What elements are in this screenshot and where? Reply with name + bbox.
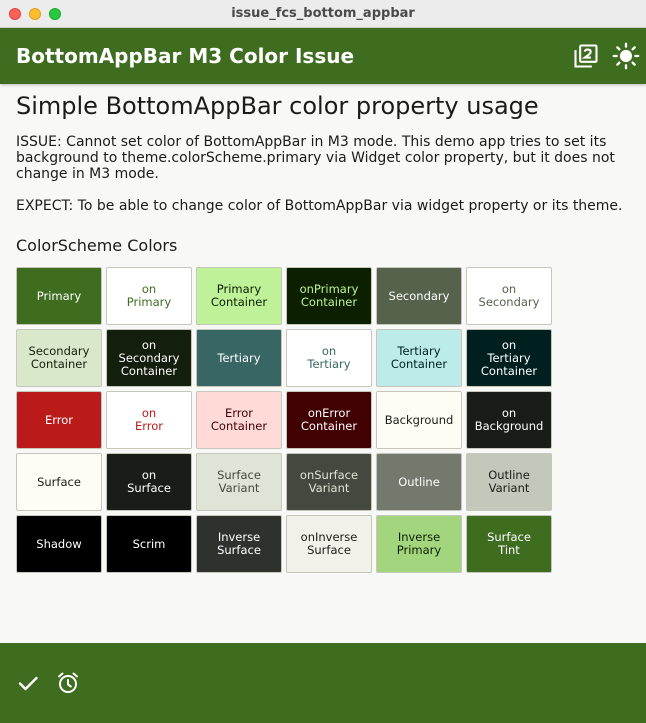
color-chip: on Tertiary Container <box>466 329 552 387</box>
color-chip: Shadow <box>16 515 102 573</box>
color-chip: Outline <box>376 453 462 511</box>
color-chip: onPrimary Container <box>286 267 372 325</box>
alarm-icon[interactable] <box>56 671 80 695</box>
top-app-bar: BottomAppBar M3 Color Issue <box>0 28 646 84</box>
color-chip: Inverse Surface <box>196 515 282 573</box>
color-chip: on Background <box>466 391 552 449</box>
color-chip: Surface <box>16 453 102 511</box>
window-title: issue_fcs_bottom_appbar <box>231 6 415 21</box>
color-chip: on Tertiary <box>286 329 372 387</box>
color-chip: Surface Tint <box>466 515 552 573</box>
check-icon[interactable] <box>16 671 40 695</box>
issue-text: ISSUE: Cannot set color of BottomAppBar … <box>16 134 615 182</box>
color-chip: on Secondary Container <box>106 329 192 387</box>
color-chip: on Error <box>106 391 192 449</box>
color-chip: Primary Container <box>196 267 282 325</box>
color-chip: on Surface <box>106 453 192 511</box>
color-chip: Tertiary <box>196 329 282 387</box>
window-titlebar: issue_fcs_bottom_appbar <box>0 0 646 28</box>
filter-2-icon[interactable] <box>572 42 600 70</box>
color-chip: Error Container <box>196 391 282 449</box>
main-content: Simple BottomAppBar color property usage… <box>16 84 630 573</box>
color-chip: on Secondary <box>466 267 552 325</box>
color-chip: onInverse Surface <box>286 515 372 573</box>
page-heading: Simple BottomAppBar color property usage <box>16 92 539 120</box>
color-chip: onSurface Variant <box>286 453 372 511</box>
color-chip: Secondary Container <box>16 329 102 387</box>
color-chip: Scrim <box>106 515 192 573</box>
section-title: ColorScheme Colors <box>16 236 178 255</box>
expect-text: EXPECT: To be able to change color of Bo… <box>16 198 623 214</box>
app-bar-title: BottomAppBar M3 Color Issue <box>16 44 355 68</box>
color-chip: Background <box>376 391 462 449</box>
color-scheme-grid: Primary on Primary Primary Container onPrim… <box>16 267 552 573</box>
sun-icon[interactable] <box>612 42 640 70</box>
color-chip: onError Container <box>286 391 372 449</box>
color-chip: Secondary <box>376 267 462 325</box>
bottom-app-bar <box>0 643 646 723</box>
color-chip: on Primary <box>106 267 192 325</box>
color-chip: Primary <box>16 267 102 325</box>
color-chip: Inverse Primary <box>376 515 462 573</box>
color-chip: Outline Variant <box>466 453 552 511</box>
color-chip: Tertiary Container <box>376 329 462 387</box>
color-chip: Surface Variant <box>196 453 282 511</box>
color-chip: Error <box>16 391 102 449</box>
